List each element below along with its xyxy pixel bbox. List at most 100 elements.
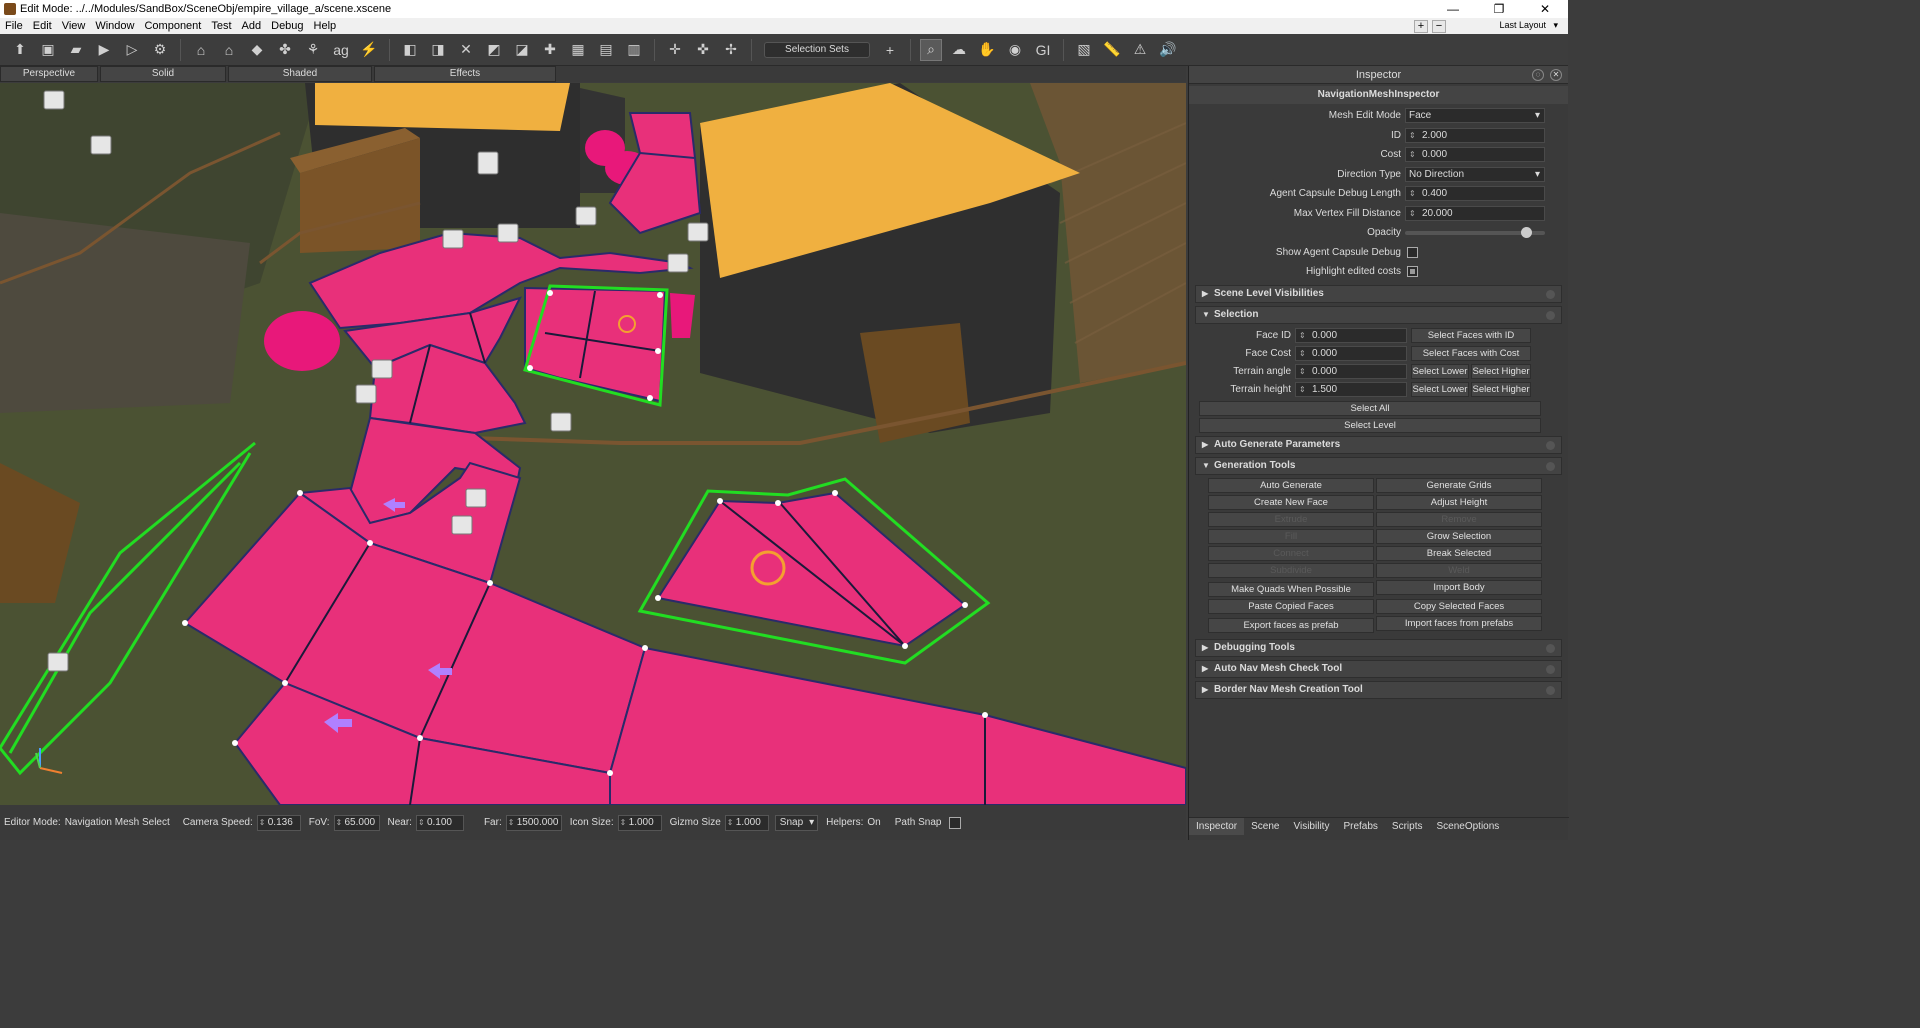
cube-icon[interactable]: ◧ (399, 39, 421, 61)
hand-icon[interactable]: ✋ (976, 39, 998, 61)
puzzle-icon[interactable]: ✚ (539, 39, 561, 61)
layout-select[interactable]: Last Layout (1450, 20, 1560, 33)
import-faces-from-prefabs-button[interactable]: Import faces from prefabs (1376, 615, 1542, 631)
agent-capsule-length-field[interactable]: 0.400 (1405, 186, 1545, 202)
open-folder-icon[interactable]: ▰ (65, 39, 87, 61)
text-ag-icon[interactable]: ag (330, 39, 352, 61)
select-faces-id-button[interactable]: Select Faces with ID (1411, 328, 1531, 343)
tab-prefabs[interactable]: Prefabs (1336, 818, 1384, 835)
sound-icon[interactable]: 🔊 (1157, 39, 1179, 61)
play-outline-icon[interactable]: ▷ (121, 39, 143, 61)
scene-viewport[interactable] (0, 83, 1186, 805)
tab-visibility[interactable]: Visibility (1287, 818, 1337, 835)
section-selection[interactable]: ▼ Selection (1195, 305, 1562, 324)
building-icon[interactable]: ⌂ (218, 39, 240, 61)
icon-size-field[interactable]: 1.000 (617, 814, 662, 831)
menu-file[interactable]: File (0, 20, 28, 32)
section-debugging-tools[interactable]: ▶ Debugging Tools (1195, 638, 1562, 657)
menu-edit[interactable]: Edit (28, 20, 57, 32)
cost-field[interactable]: 0.000 (1405, 147, 1545, 163)
entity-icon[interactable]: ◩ (483, 39, 505, 61)
create-new-face-button[interactable]: Create New Face (1208, 494, 1374, 510)
play-icon[interactable]: ▶ (93, 39, 115, 61)
angle-select-lower-button[interactable]: Select Lower (1411, 364, 1469, 379)
copy-selected-faces-button[interactable]: Copy Selected Faces (1376, 598, 1542, 614)
tab-shaded[interactable]: Shaded (228, 66, 372, 82)
navmesh-select-icon[interactable]: ⌕ (920, 38, 942, 61)
show-capsule-checkbox[interactable] (1407, 246, 1418, 258)
rock-icon[interactable]: ◆ (246, 39, 268, 61)
tab-perspective[interactable]: Perspective (0, 66, 98, 82)
select-level-button[interactable]: Select Level (1199, 417, 1541, 433)
auto-generate-button[interactable]: Auto Generate (1208, 477, 1374, 493)
box-pl-icon[interactable]: ▦ (567, 39, 589, 61)
adjust-height-button[interactable]: Adjust Height (1376, 494, 1542, 510)
menu-view[interactable]: View (57, 20, 91, 32)
menu-help[interactable]: Help (309, 20, 342, 32)
tab-effects[interactable]: Effects (374, 66, 556, 82)
tab-solid[interactable]: Solid (100, 66, 226, 82)
weather-icon[interactable]: ☁ (948, 39, 970, 61)
save-icon[interactable]: ▣ (37, 39, 59, 61)
highlight-costs-checkbox[interactable] (1407, 266, 1418, 278)
opacity-slider[interactable] (1405, 226, 1545, 238)
select-all-button[interactable]: Select All (1199, 400, 1541, 416)
selection-sets-dropdown[interactable]: Selection Sets (764, 41, 870, 58)
paste-copied-faces-button[interactable]: Paste Copied Faces (1208, 598, 1374, 614)
angle-select-higher-button[interactable]: Select Higher (1471, 364, 1531, 379)
break-selected-button[interactable]: Break Selected (1376, 545, 1542, 561)
grow-selection-button[interactable]: Grow Selection (1376, 528, 1542, 544)
fov-field[interactable]: 65.000 (333, 814, 380, 831)
path-snap-checkbox[interactable] (949, 816, 962, 829)
menu-test[interactable]: Test (206, 20, 236, 32)
gi-icon[interactable]: GI (1032, 39, 1054, 61)
eye-icon[interactable]: ◉ (1004, 39, 1026, 61)
tab-scene[interactable]: Scene (1244, 818, 1286, 835)
far-field[interactable]: 1500.000 (505, 814, 562, 831)
box-sh-icon[interactable]: ▥ (623, 39, 645, 61)
id-field[interactable]: 2.000 (1405, 127, 1545, 143)
height-select-lower-button[interactable]: Select Lower (1411, 382, 1469, 397)
ai-icon[interactable]: ◪ (511, 39, 533, 61)
warning-icon[interactable]: ⚠ (1129, 39, 1151, 61)
section-auto-generate-parameters[interactable]: ▶ Auto Generate Parameters (1195, 435, 1562, 454)
new-scene-icon[interactable]: ⬆ (9, 39, 31, 61)
export-faces-as-prefab-button[interactable]: Export faces as prefab (1208, 617, 1374, 633)
terrain-icon[interactable]: ⌂ (190, 39, 212, 61)
section-scene-level-visibilities[interactable]: ▶ Scene Level Visibilities (1195, 284, 1562, 303)
max-vertex-fill-field[interactable]: 20.000 (1405, 205, 1545, 221)
menu-debug[interactable]: Debug (266, 20, 308, 32)
rotate-icon[interactable]: ✜ (692, 39, 714, 61)
import-body-button[interactable]: Import Body (1376, 579, 1542, 595)
terrain-angle-field[interactable]: 0.000 (1295, 364, 1407, 379)
terrain-height-field[interactable]: 1.500 (1295, 382, 1407, 397)
gizmo-size-field[interactable]: 1.000 (724, 814, 769, 831)
minimize-button[interactable]: — (1430, 2, 1476, 16)
section-auto-nav-mesh-check[interactable]: ▶ Auto Nav Mesh Check Tool (1195, 659, 1562, 678)
direction-type-dropdown[interactable]: No Direction (1405, 166, 1545, 182)
tab-scene-options[interactable]: SceneOptions (1429, 818, 1506, 835)
ruler-icon[interactable]: 📏 (1101, 39, 1123, 61)
select-faces-cost-button[interactable]: Select Faces with Cost (1411, 346, 1531, 361)
mesh-edit-mode-dropdown[interactable]: Face (1405, 108, 1545, 124)
tab-inspector[interactable]: Inspector (1189, 818, 1245, 835)
section-border-nav-mesh[interactable]: ▶ Border Nav Mesh Creation Tool (1195, 680, 1562, 699)
menu-window[interactable]: Window (90, 20, 139, 32)
menu-component[interactable]: Component (139, 20, 206, 32)
cube-plus-icon[interactable]: ◨ (427, 39, 449, 61)
menu-add[interactable]: Add (237, 20, 267, 32)
box-pb-icon[interactable]: ▤ (595, 39, 617, 61)
camera-speed-field[interactable]: 0.136 (256, 814, 301, 831)
package-icon[interactable]: ▧ (1073, 39, 1095, 61)
helpers-value[interactable]: On (867, 817, 880, 828)
scale-icon[interactable]: ✢ (720, 39, 742, 61)
face-id-field[interactable]: 0.000 (1295, 328, 1407, 343)
section-generation-tools[interactable]: ▼ Generation Tools (1195, 456, 1562, 475)
add-selection-set-button[interactable]: + (879, 39, 901, 61)
settings-icon[interactable]: ⚙ (149, 39, 171, 61)
wand-icon[interactable]: ⚡ (358, 39, 380, 61)
height-select-higher-button[interactable]: Select Higher (1471, 382, 1531, 397)
add-layout-button[interactable]: + (1414, 19, 1428, 33)
remove-layout-button[interactable]: − (1432, 19, 1446, 33)
tree-icon[interactable]: ⚘ (302, 39, 324, 61)
